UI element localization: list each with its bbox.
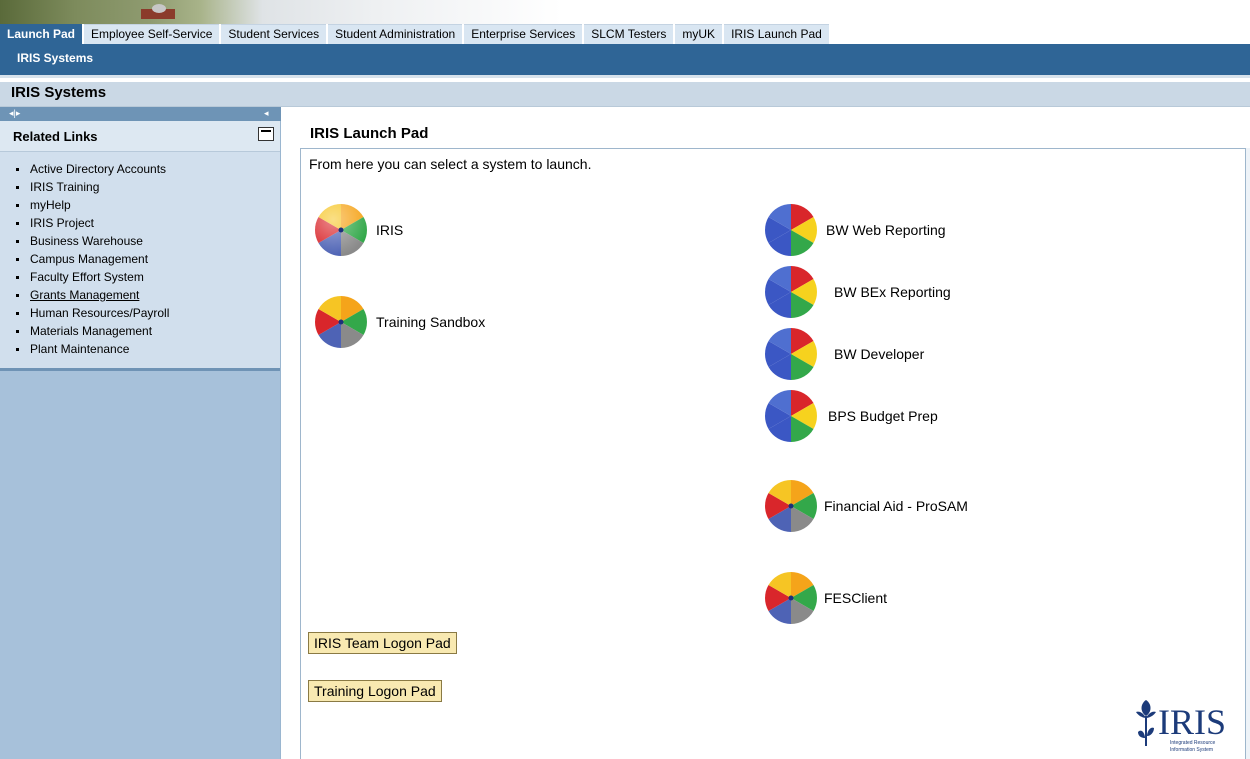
content-title: IRIS Launch Pad — [310, 125, 429, 142]
sap-orange-ball-icon — [312, 295, 370, 349]
bw-blue-ball-icon — [762, 389, 820, 443]
page-title-bar: IRIS Systems — [0, 82, 1250, 107]
minus-icon — [261, 130, 271, 132]
bw-blue-ball-icon — [762, 327, 820, 381]
sap-orange-ball-icon — [762, 479, 820, 533]
system-label[interactable]: IRIS — [376, 222, 403, 238]
sidebar-resize-strip[interactable]: ◂|▸ ◂ — [0, 107, 281, 121]
sidebar: Related Links Active Directory Accounts … — [0, 121, 281, 759]
tab-slcm-testers[interactable]: SLCM Testers — [584, 24, 674, 44]
header-banner — [0, 0, 1250, 24]
system-fesclient[interactable]: FESClient — [762, 571, 887, 625]
collapse-left-icon[interactable]: ◂ — [264, 108, 269, 119]
system-label[interactable]: Financial Aid - ProSAM — [824, 498, 968, 514]
system-bw-bex-reporting[interactable]: BW BEx Reporting — [762, 265, 951, 319]
tab-enterprise-services[interactable]: Enterprise Services — [464, 24, 583, 44]
link-myhelp[interactable]: myHelp — [16, 196, 280, 214]
link-campus-management[interactable]: Campus Management — [16, 250, 280, 268]
link-human-resources-payroll[interactable]: Human Resources/Payroll — [16, 304, 280, 322]
link-active-directory-accounts[interactable]: Active Directory Accounts — [16, 160, 280, 178]
system-training-sandbox[interactable]: Training Sandbox — [312, 295, 485, 349]
logo-tagline-1: Integrated Resource — [1170, 740, 1216, 746]
bw-blue-ball-icon — [762, 203, 820, 257]
resize-arrows-icon[interactable]: ◂|▸ — [9, 108, 20, 119]
link-iris-training[interactable]: IRIS Training — [16, 178, 280, 196]
system-bw-developer[interactable]: BW Developer — [762, 327, 924, 381]
tab-student-services[interactable]: Student Services — [221, 24, 327, 44]
link-materials-management[interactable]: Materials Management — [16, 322, 280, 340]
system-label[interactable]: BPS Budget Prep — [828, 408, 938, 424]
system-label[interactable]: BW Web Reporting — [826, 222, 946, 238]
iris-team-logon-pad-button[interactable]: IRIS Team Logon Pad — [308, 632, 457, 654]
page-title: IRIS Systems — [11, 84, 107, 101]
tab-launch-pad[interactable]: Launch Pad — [0, 24, 83, 44]
system-financial-aid-prosam[interactable]: Financial Aid - ProSAM — [762, 479, 968, 533]
training-logon-pad-button[interactable]: Training Logon Pad — [308, 680, 442, 702]
system-bw-web-reporting[interactable]: BW Web Reporting — [762, 203, 946, 257]
iris-logo: IRIS Integrated Resource Information Sys… — [1132, 694, 1228, 754]
logo-text: IRIS — [1158, 702, 1226, 742]
system-bps-budget-prep[interactable]: BPS Budget Prep — [762, 389, 938, 443]
system-label[interactable]: BW Developer — [834, 346, 924, 362]
link-business-warehouse[interactable]: Business Warehouse — [16, 232, 280, 250]
link-iris-project[interactable]: IRIS Project — [16, 214, 280, 232]
related-links-list: Active Directory Accounts IRIS Training … — [0, 152, 280, 371]
sap-orange-ball-icon — [312, 203, 370, 257]
system-label[interactable]: BW BEx Reporting — [834, 284, 951, 300]
secondary-nav: IRIS Systems — [0, 44, 1250, 78]
system-label[interactable]: Training Sandbox — [376, 314, 485, 330]
tab-student-administration[interactable]: Student Administration — [328, 24, 463, 44]
related-links-title: Related Links — [13, 129, 98, 144]
intro-text: From here you can select a system to lau… — [309, 156, 592, 172]
system-label[interactable]: FESClient — [824, 590, 887, 606]
link-grants-management[interactable]: Grants Management — [16, 286, 280, 304]
related-links-header: Related Links — [0, 121, 280, 152]
banner-dome — [152, 4, 166, 13]
bw-blue-ball-icon — [762, 265, 820, 319]
tab-myuk[interactable]: myUK — [675, 24, 723, 44]
tab-employee-self-service[interactable]: Employee Self-Service — [84, 24, 220, 44]
logo-tagline-2: Information System — [1170, 747, 1213, 753]
top-tab-bar: Launch Pad Employee Self-Service Student… — [0, 24, 1250, 44]
system-iris[interactable]: IRIS — [312, 203, 403, 257]
link-plant-maintenance[interactable]: Plant Maintenance — [16, 340, 280, 358]
collapse-panel-button[interactable] — [258, 127, 274, 141]
tab-iris-launch-pad[interactable]: IRIS Launch Pad — [724, 24, 829, 44]
sap-orange-ball-icon — [762, 571, 820, 625]
link-faculty-effort-system[interactable]: Faculty Effort System — [16, 268, 280, 286]
subnav-item-iris-systems[interactable]: IRIS Systems — [17, 51, 93, 65]
scrollbar[interactable] — [1246, 148, 1250, 759]
